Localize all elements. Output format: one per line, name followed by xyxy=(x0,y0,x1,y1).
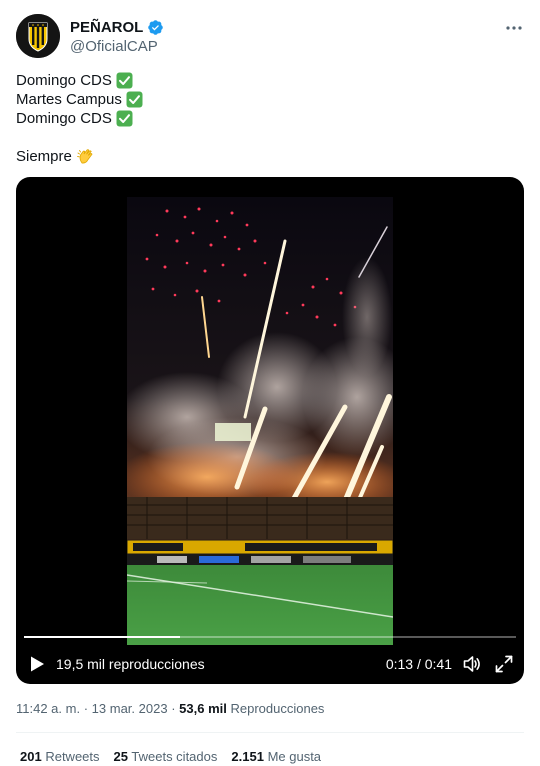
tweet-line: Domingo CDS xyxy=(16,109,143,128)
video-views: 19,5 mil reproducciones xyxy=(56,656,205,672)
volume-icon[interactable] xyxy=(462,654,482,674)
tweet-views-count: 53,6 mil xyxy=(179,701,227,716)
tweet-line: Martes Campus xyxy=(16,90,143,109)
tweet-time[interactable]: 11:42 a. m. xyxy=(16,701,80,716)
verified-badge-icon xyxy=(147,19,164,36)
tweet-date[interactable]: 13 mar. 2023 xyxy=(92,701,168,716)
author-handle[interactable]: @OficialCAP xyxy=(70,38,164,55)
more-options-icon[interactable] xyxy=(504,18,524,38)
line-spacer xyxy=(16,128,143,147)
divider xyxy=(16,732,524,733)
clapping-hands-icon xyxy=(76,147,96,167)
tweet-header: PEÑAROL @OficialCAP xyxy=(16,14,524,60)
video-frame[interactable] xyxy=(127,197,393,645)
avatar[interactable] xyxy=(16,14,60,58)
check-mark-icon xyxy=(116,110,133,127)
tweet-line-text: Domingo CDS xyxy=(16,72,112,89)
tweet-line: Domingo CDS xyxy=(16,71,143,90)
author-names: PEÑAROL @OficialCAP xyxy=(70,17,164,55)
video-time: 0:13 / 0:41 xyxy=(385,656,452,672)
retweets-label: Retweets xyxy=(45,749,100,764)
tweet-closing-text: Siempre xyxy=(16,148,72,165)
video-thumbnail-image xyxy=(127,197,393,645)
check-mark-icon xyxy=(126,91,143,108)
meta-separator: · xyxy=(83,701,89,716)
tweet-meta: 11:42 a. m. · 13 mar. 2023 · 53,6 mil Re… xyxy=(16,701,324,717)
check-mark-icon xyxy=(116,72,133,89)
fullscreen-icon[interactable] xyxy=(494,654,514,674)
tweet-line-text: Domingo CDS xyxy=(16,110,112,127)
video-progress-fill xyxy=(24,636,180,638)
meta-separator: · xyxy=(171,701,176,716)
tweet-text: Domingo CDS Martes Campus Domingo CDS Si… xyxy=(16,71,143,166)
play-icon[interactable] xyxy=(28,655,46,673)
quotes-count: 25 xyxy=(113,749,128,764)
video-progress-bar[interactable] xyxy=(24,636,516,638)
likes-count: 2.151 xyxy=(231,749,264,764)
retweets-stat[interactable]: 201 Retweets xyxy=(20,749,100,765)
video-controls: 19,5 mil reproducciones 0:13 / 0:41 xyxy=(16,647,524,681)
penarol-crest-icon xyxy=(16,14,60,58)
tweet-line: Siempre xyxy=(16,147,143,166)
likes-label: Me gusta xyxy=(267,749,322,764)
display-name-row[interactable]: PEÑAROL xyxy=(70,17,164,37)
tweet-line-text: Martes Campus xyxy=(16,91,122,108)
likes-stat[interactable]: 2.151 Me gusta xyxy=(231,749,321,765)
quotes-label: Tweets citados xyxy=(131,749,218,764)
display-name[interactable]: PEÑAROL xyxy=(70,19,143,36)
tweet-stats: 201 Retweets 25 Tweets citados 2.151 Me … xyxy=(20,749,321,765)
retweets-count: 201 xyxy=(20,749,42,764)
quotes-stat[interactable]: 25 Tweets citados xyxy=(114,749,218,765)
tweet-views-label: Reproducciones xyxy=(230,701,325,716)
video-player[interactable]: 19,5 mil reproducciones 0:13 / 0:41 xyxy=(16,177,524,684)
